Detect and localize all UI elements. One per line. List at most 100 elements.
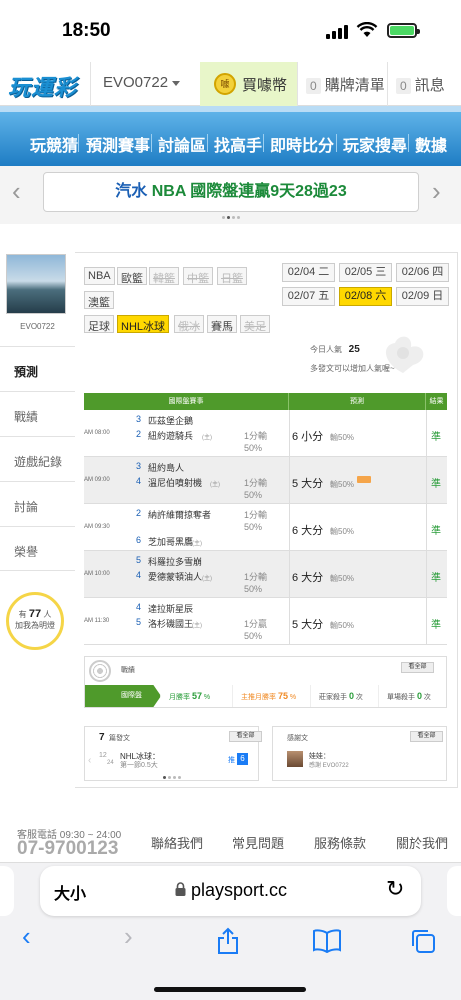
chevron-left-icon[interactable]: ‹	[88, 755, 91, 766]
buy-coin-button[interactable]: 噱買噱幣	[200, 62, 297, 106]
menu-item-quiz[interactable]: 玩競猜	[30, 132, 78, 156]
orders-link[interactable]: 0 購牌清單	[297, 62, 387, 106]
line-pct: 50%	[244, 522, 263, 532]
footer-link-about[interactable]: 關於我們	[396, 833, 448, 852]
match-time: AM 09:30	[84, 524, 110, 530]
chat-icon[interactable]	[357, 476, 371, 483]
league-tag-horse-racing[interactable]: 賽馬	[207, 315, 237, 333]
home-team: 洛杉磯國王	[148, 619, 194, 629]
league-tag-euro-basketball[interactable]: 歐籃	[117, 267, 147, 285]
away-number: 3	[136, 461, 142, 471]
address-bar[interactable]: 大小 playsport.cc ↻	[40, 866, 421, 916]
reload-icon[interactable]: ↻	[386, 876, 404, 902]
home-tag: (主)	[202, 435, 212, 441]
posts-more-button[interactable]: 看全部	[229, 731, 262, 742]
avatar[interactable]	[6, 254, 66, 314]
record-tab-bookie-killer[interactable]: 莊家殺手 0 次	[311, 685, 379, 707]
date-0204[interactable]: 02/04 二	[282, 263, 335, 282]
pick-value: 5 大分	[292, 619, 324, 631]
site-logo[interactable]: 玩運彩	[8, 70, 77, 102]
home-tag: (主)	[202, 576, 212, 582]
thanks-card: 感謝文 看全部 娃娃： 感謝 EVO0722	[272, 726, 447, 781]
chevron-left-icon[interactable]: ‹	[12, 176, 21, 207]
bookmarks-icon[interactable]	[312, 929, 342, 953]
back-icon[interactable]: ‹	[22, 921, 31, 952]
url-host: playsport.cc	[191, 880, 288, 900]
sidebar-item-predict[interactable]: 預測	[0, 346, 75, 391]
league-tag-nba[interactable]: NBA	[84, 267, 115, 285]
record-more-button[interactable]: 看全部	[401, 662, 434, 673]
messages-link[interactable]: 0 訊息	[387, 62, 461, 106]
match-time: AM 08:00	[84, 430, 110, 436]
away-number: 3	[136, 414, 142, 424]
record-tab-single-killer[interactable]: 單場殺手 0 次	[379, 685, 447, 707]
wifi-icon	[356, 22, 378, 37]
post-month: 12	[99, 752, 107, 759]
footer-link-faq[interactable]: 常見問題	[232, 833, 284, 852]
sidebar-item-discussion[interactable]: 討論	[0, 481, 75, 526]
record-tab-monthly-rate[interactable]: 月勝率 57 %	[161, 685, 233, 707]
match-time: AM 11:30	[84, 618, 110, 624]
caret-down-icon	[172, 80, 181, 86]
orders-label: 購牌清單	[324, 77, 385, 94]
lightbulb-follow-icon[interactable]: 有 77 人加我為明燈	[6, 592, 64, 650]
record-tab-international[interactable]: 國際盤	[85, 685, 161, 707]
messages-label: 訊息	[414, 77, 445, 94]
menu-item-experts[interactable]: 找高手	[214, 132, 262, 156]
table-row: AM 09:30 2 納許維爾掠奪者 6 芝加哥黑鷹 (主) 1分輸 50% 6…	[84, 504, 447, 551]
home-number: 5	[136, 617, 142, 627]
date-0205[interactable]: 02/05 三	[339, 263, 392, 282]
date-0208[interactable]: 02/08 六	[339, 287, 392, 306]
date-0209[interactable]: 02/09 日	[396, 287, 449, 306]
tabs-icon[interactable]	[410, 928, 436, 954]
date-0207[interactable]: 02/07 五	[282, 287, 335, 306]
line-label: 1分贏	[244, 619, 268, 629]
carousel-dots	[222, 216, 240, 219]
home-team: 愛德蒙頓油人	[148, 572, 203, 582]
avatar[interactable]	[287, 751, 303, 767]
line-pct: 50%	[244, 490, 263, 500]
next-tab-card[interactable]	[447, 866, 461, 916]
chevron-right-icon[interactable]: ›	[432, 176, 441, 207]
table-row: AM 09:00 3 紐約島人 4 溫尼伯噴射機 (主) 1分輸 50% 5 大…	[84, 457, 447, 504]
carousel-dots	[163, 776, 181, 779]
league-tag-nhl[interactable]: NHL冰球	[117, 315, 170, 333]
posts-title: 篇發文	[109, 735, 130, 742]
pick-note: 輸50%	[330, 527, 355, 536]
share-icon[interactable]	[216, 927, 240, 955]
pick-value: 6 大分	[292, 525, 324, 537]
date-0206[interactable]: 02/06 四	[396, 263, 449, 282]
result-badge: 準	[431, 573, 441, 584]
messages-count-badge: 0	[396, 78, 411, 94]
record-tab-main-rate[interactable]: 主推月勝率 75 %	[233, 685, 311, 707]
menu-item-player-search[interactable]: 玩家搜尋	[343, 132, 407, 156]
user-menu[interactable]: EVO0722	[90, 62, 200, 106]
posts-count: 7	[99, 732, 105, 743]
menu-item-data[interactable]: 數據	[415, 132, 447, 156]
thanks-more-button[interactable]: 看全部	[410, 731, 443, 742]
sidebar-item-game-log[interactable]: 遊戲紀錄	[0, 436, 75, 481]
browser-toolbar: 大小 playsport.cc ↻ ‹ ›	[0, 862, 461, 1000]
menu-item-livescore[interactable]: 即時比分	[270, 132, 334, 156]
previous-tab-card[interactable]	[0, 866, 14, 916]
sidebar-item-honor[interactable]: 榮譽	[0, 526, 75, 571]
text-size-button[interactable]: 大小	[54, 880, 86, 904]
home-number: 2	[136, 429, 142, 439]
clock: 18:50	[62, 20, 111, 41]
league-tag-aus-basketball[interactable]: 澳籃	[84, 291, 114, 309]
post-subtitle[interactable]: 第一節0.5大	[120, 760, 158, 770]
footer-link-terms[interactable]: 服務條款	[314, 833, 366, 852]
banner-headline[interactable]: 汽水 NBA 國際盤連贏9天28過23	[43, 172, 419, 212]
table-header-prediction: 預測	[289, 393, 426, 410]
forward-icon[interactable]: ›	[124, 921, 133, 952]
league-tag-soccer[interactable]: 足球	[84, 315, 114, 333]
posts-card: 7 篇發文 看全部 ‹ 12 24 NHL冰球： 第一節0.5大 推 6	[84, 726, 262, 781]
away-team: 達拉斯星辰	[148, 604, 194, 614]
menu-item-forum[interactable]: 討論區	[158, 132, 206, 156]
sidebar-item-record[interactable]: 戰績	[0, 391, 75, 436]
service-phone[interactable]: 07-9700123	[17, 838, 118, 860]
result-badge: 準	[431, 620, 441, 631]
menu-item-predict[interactable]: 預測賽事	[86, 132, 150, 156]
footer-link-contact[interactable]: 聯絡我們	[151, 833, 203, 852]
away-number: 2	[136, 508, 142, 518]
